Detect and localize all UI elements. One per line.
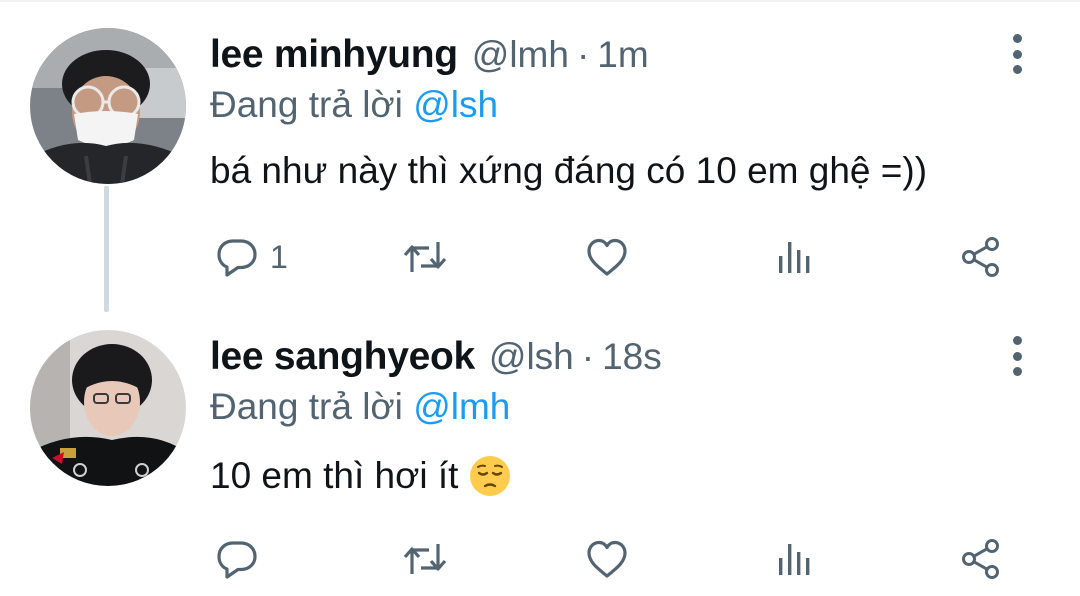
analytics-icon — [779, 544, 810, 575]
avatar[interactable] — [30, 28, 186, 184]
tweet[interactable]: lee sanghyeok @lsh · 18s Đang trả lời @l… — [0, 312, 1080, 596]
share-button[interactable] — [958, 534, 1004, 584]
retweet-button[interactable] — [402, 232, 448, 282]
user-handle[interactable]: @lmh — [472, 34, 569, 76]
avatar[interactable] — [30, 330, 186, 486]
timestamp[interactable]: 18s — [602, 336, 662, 378]
replying-to: Đang trả lời @lmh — [210, 386, 510, 428]
tweet-text: 10 em thì hơi ít — [210, 454, 512, 498]
replying-to-label: Đang trả lời — [210, 386, 403, 427]
analytics-icon — [779, 242, 810, 273]
reply-mention-link[interactable]: @lmh — [413, 386, 510, 427]
share-icon — [962, 237, 999, 277]
analytics-button[interactable] — [772, 534, 818, 584]
tweet-header: lee minhyung @lmh · 1m — [210, 30, 649, 80]
tweet-header: lee sanghyeok @lsh · 18s — [210, 332, 662, 382]
tweet-actions: 1 — [0, 232, 1080, 282]
heart-icon — [587, 238, 627, 276]
more-icon[interactable] — [1004, 332, 1030, 380]
more-icon[interactable] — [1004, 30, 1030, 78]
display-name[interactable]: lee minhyung — [210, 33, 458, 77]
reply-count: 1 — [270, 238, 288, 275]
replying-to: Đang trả lời @lsh — [210, 84, 498, 126]
separator-dot: · — [581, 336, 595, 377]
display-name[interactable]: lee sanghyeok — [210, 335, 475, 379]
user-handle[interactable]: @lsh — [489, 336, 574, 378]
reply-mention-link[interactable]: @lsh — [413, 84, 498, 125]
reply-button[interactable]: 1 — [214, 232, 288, 282]
analytics-button[interactable] — [772, 232, 818, 282]
reply-button[interactable] — [214, 534, 270, 584]
share-button[interactable] — [958, 232, 1004, 282]
tweet-text-content: bá như này thì xứng đáng có 10 em ghệ =)… — [210, 150, 928, 191]
comment-icon — [217, 239, 257, 277]
tweet[interactable]: lee minhyung @lmh · 1m Đang trả lời @lsh… — [0, 0, 1080, 312]
like-button[interactable] — [584, 534, 630, 584]
timestamp[interactable]: 1m — [597, 34, 648, 76]
comment-icon — [217, 541, 257, 579]
share-icon — [962, 539, 999, 579]
retweet-icon — [403, 242, 447, 272]
tweet-text-content: 10 em thì hơi ít — [210, 455, 459, 496]
reply-thread: lee minhyung @lmh · 1m Đang trả lời @lsh… — [0, 0, 1080, 596]
pensive-face-icon — [468, 454, 512, 498]
heart-icon — [587, 540, 627, 578]
retweet-icon — [403, 544, 447, 574]
retweet-button[interactable] — [402, 534, 448, 584]
like-button[interactable] — [584, 232, 630, 282]
separator-dot: · — [576, 34, 590, 75]
tweet-text: bá như này thì xứng đáng có 10 em ghệ =)… — [210, 150, 927, 192]
tweet-actions — [0, 534, 1080, 584]
replying-to-label: Đang trả lời — [210, 84, 403, 125]
